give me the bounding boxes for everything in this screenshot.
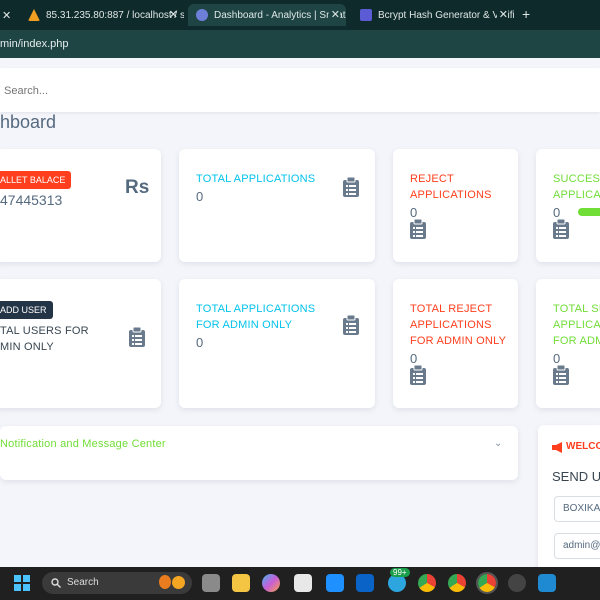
- sneat-favicon-icon: [196, 9, 208, 21]
- taskbar-search[interactable]: Search: [42, 572, 192, 594]
- success-label-line1: SUCCESS: [553, 173, 600, 185]
- notification-title[interactable]: Notification and Message Center: [0, 436, 166, 452]
- reject-admin-value: 0: [410, 351, 418, 366]
- email-field[interactable]: admin@: [554, 533, 600, 559]
- windows-taskbar: Search 99+: [0, 567, 600, 600]
- progress-bar: [578, 208, 600, 216]
- success-admin-applications-card: TOTAL SU APPLICAT FOR ADM 0: [536, 279, 600, 408]
- tab-label: Bcrypt Hash Generator & Verifi: [378, 9, 514, 21]
- taskbar-search-label: Search: [67, 577, 99, 588]
- total-applications-card: TOTAL APPLICATIONS 0: [179, 149, 375, 262]
- chrome-icon[interactable]: [418, 574, 436, 592]
- browser-tab-bar: ✕ 85.31.235.80:887 / localhost / s ✕ Das…: [0, 0, 600, 30]
- success-applications-card: SUCCESS APPLICATI 0: [536, 149, 600, 262]
- total-applications-label: TOTAL APPLICATIONS: [196, 173, 316, 185]
- name-field[interactable]: BOXIKA: [554, 496, 600, 522]
- page-title: hboard: [0, 112, 57, 132]
- total-admin-value: 0: [196, 335, 204, 350]
- tab-phpmyadmin[interactable]: 85.31.235.80:887 / localhost / s ✕: [28, 4, 184, 26]
- clipboard-list-icon: [343, 315, 359, 335]
- phpmyadmin-favicon-icon: [28, 9, 40, 21]
- reject-admin-applications-card: TOTAL REJECT APPLICATIONS FOR ADMIN ONLY…: [393, 279, 518, 408]
- reject-admin-label-line2: APPLICATIONS: [410, 319, 492, 331]
- reject-label-line2: APPLICATIONS: [410, 189, 492, 201]
- clipboard-list-icon: [553, 219, 569, 239]
- chevron-down-icon[interactable]: ⌄: [494, 438, 502, 449]
- total-admin-applications-card: TOTAL APPLICATIONS FOR ADMIN ONLY 0: [179, 279, 375, 408]
- clipboard-list-icon: [553, 365, 569, 385]
- search-input[interactable]: [0, 68, 596, 114]
- wallet-balance-card: ALLET BALACE 47445313 Rs: [0, 149, 161, 262]
- divider: [0, 58, 600, 64]
- total-admin-label-line2: FOR ADMIN ONLY: [196, 319, 293, 331]
- wallet-balance-badge[interactable]: ALLET BALACE: [0, 171, 72, 189]
- search-highlight-icon: [159, 575, 171, 589]
- success-admin-label-line3: FOR ADM: [553, 335, 600, 347]
- reject-admin-label-line1: TOTAL REJECT: [410, 303, 493, 315]
- chrome-icon[interactable]: [476, 572, 498, 594]
- megaphone-icon: [552, 442, 562, 453]
- reject-label-line1: REJECT: [410, 173, 454, 185]
- chrome-icon[interactable]: [448, 574, 466, 592]
- total-applications-value: 0: [196, 189, 204, 204]
- success-admin-value: 0: [553, 351, 561, 366]
- notification-badge: 99+: [390, 568, 410, 577]
- app-icon[interactable]: [294, 574, 312, 592]
- total-admin-label-line1: TOTAL APPLICATIONS: [196, 303, 316, 315]
- success-admin-label-line1: TOTAL SU: [553, 303, 600, 315]
- rupee-icon: Rs: [125, 177, 150, 198]
- bcrypt-favicon-icon: [360, 9, 372, 21]
- tab-dashboard[interactable]: Dashboard - Analytics | Sneat - ✕: [188, 4, 346, 26]
- github-desktop-icon[interactable]: [508, 574, 526, 592]
- tab-bcrypt[interactable]: Bcrypt Hash Generator & Verifi ✕: [356, 4, 514, 26]
- success-admin-label-line2: APPLICAT: [553, 319, 600, 331]
- close-icon[interactable]: ✕: [496, 8, 508, 21]
- file-explorer-icon[interactable]: [232, 574, 250, 592]
- search-highlight-icon: [172, 576, 185, 589]
- copilot-icon[interactable]: [262, 574, 280, 592]
- reject-applications-value: 0: [410, 205, 418, 220]
- url-text[interactable]: min/index.php: [0, 38, 69, 50]
- tab-label: Dashboard - Analytics | Sneat -: [214, 9, 346, 21]
- success-applications-value: 0: [553, 205, 561, 220]
- tab-close-partial[interactable]: ✕: [2, 4, 10, 26]
- notification-accordion[interactable]: Notification and Message Center: [0, 426, 518, 480]
- new-tab-button[interactable]: +: [522, 6, 530, 22]
- success-label-line2: APPLICATI: [553, 189, 600, 201]
- task-view-icon[interactable]: [202, 574, 220, 592]
- total-users-label-line2: MIN ONLY: [0, 341, 54, 353]
- clipboard-list-icon: [343, 177, 359, 197]
- welcome-heading: WELCO: [566, 441, 600, 452]
- vscode-icon[interactable]: [538, 574, 556, 592]
- reject-applications-card: REJECT APPLICATIONS 0: [393, 149, 518, 262]
- notepad-icon[interactable]: [326, 574, 344, 592]
- close-icon[interactable]: ✕: [169, 8, 178, 21]
- reject-admin-label-line3: FOR ADMIN ONLY: [410, 335, 507, 347]
- clipboard-list-icon: [410, 365, 426, 385]
- tab-label: 85.31.235.80:887 / localhost / s: [46, 9, 184, 21]
- top-navbar: [0, 68, 600, 114]
- add-user-card: ADD USER TAL USERS FOR MIN ONLY: [0, 279, 161, 408]
- clipboard-list-icon: [410, 219, 426, 239]
- clipboard-list-icon: [129, 327, 145, 347]
- close-icon[interactable]: ✕: [328, 8, 340, 21]
- address-bar[interactable]: min/index.php: [0, 30, 600, 58]
- wallet-balance-value: 47445313: [0, 192, 63, 208]
- search-icon: [51, 578, 61, 588]
- send-heading: SEND U: [552, 469, 600, 484]
- add-user-button[interactable]: ADD USER: [0, 301, 53, 319]
- close-icon[interactable]: ✕: [2, 9, 10, 22]
- total-users-label-line1: TAL USERS FOR: [0, 325, 89, 337]
- windows-start-icon[interactable]: [14, 575, 30, 591]
- outlook-icon[interactable]: [356, 574, 374, 592]
